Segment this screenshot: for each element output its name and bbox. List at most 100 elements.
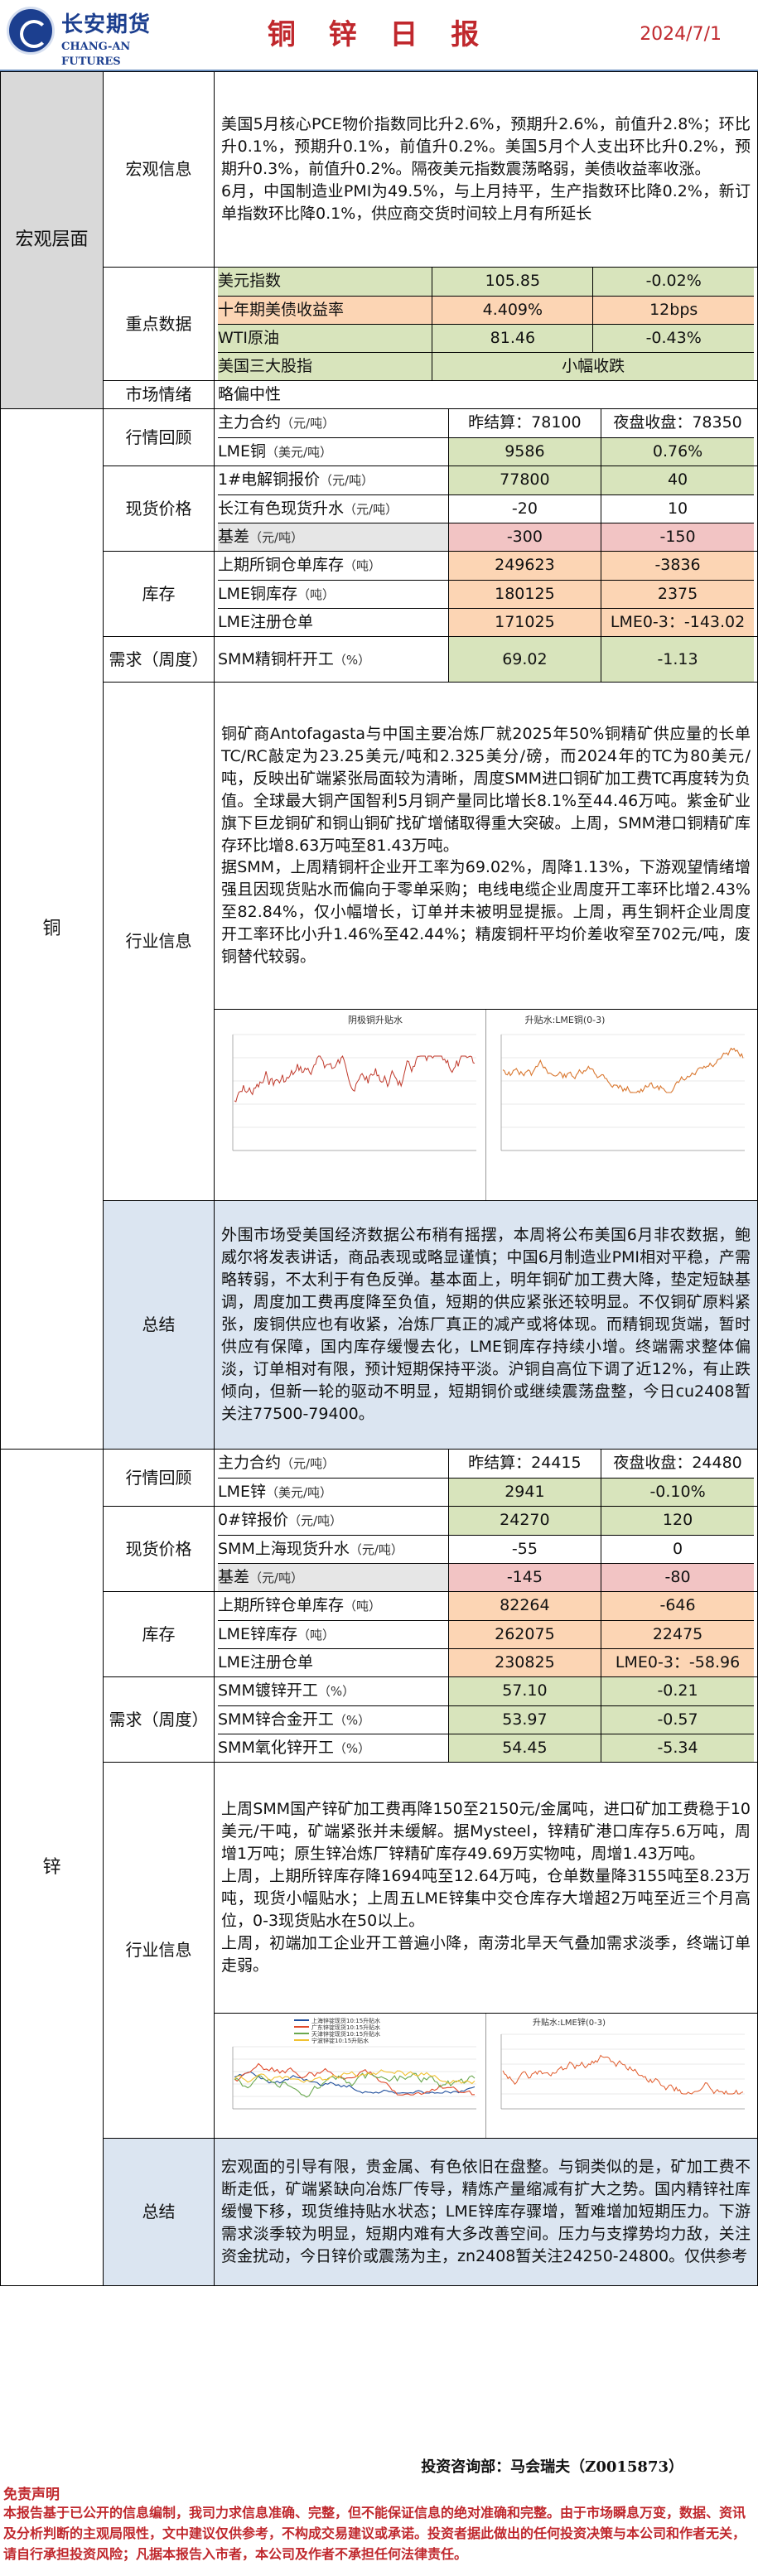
- zinc-summary-text: 宏观面的引导有限，贵金属、有色依旧在盘整。与铜类似的是，矿加工费不断走低，矿端紧…: [214, 2138, 758, 2286]
- zinc-charts-cell: 上海锌锭现货10:15升贴水 广东锌锭现货10:15升贴水 天津锌锭现货10:15升…: [214, 2013, 758, 2139]
- zinc-review-label: 行情回顾: [103, 1449, 215, 1507]
- row-col1: 82264: [447, 1592, 602, 1621]
- zinc-stock-label: 库存: [103, 1591, 215, 1677]
- legend-label: 天津锌锭现货10:15升贴水: [311, 2030, 380, 2038]
- copper-review-label: 行情回顾: [103, 408, 215, 466]
- row-name-text: 基差: [218, 527, 250, 546]
- row-col1: 9586: [447, 437, 602, 466]
- copper-industry-label: 行业信息: [103, 682, 215, 1201]
- row-col1: -55: [447, 1534, 602, 1564]
- row-col2: -0.10%: [601, 1477, 754, 1506]
- row-col1: 180125: [447, 579, 602, 609]
- zinc-stock-table: 上期所锌仓单库存（吨） 82264 -646 LME锌库存（吨） 262075 …: [218, 1592, 754, 1676]
- table-row: 主力合约（元/吨） 昨结算：78100 夜盘收盘：78350: [218, 409, 754, 438]
- industry-paragraph: 上周，初端加工企业开工普遍小降，南涝北旱天气叠加需求淡季，终端订单走弱。: [221, 1933, 751, 1975]
- row-name-text: SMM镀锌开工: [218, 1681, 318, 1700]
- table-row: 长江有色现货升水（元/吨） -20 10: [218, 494, 754, 523]
- industry-paragraph: 铜矿商Antofagasta与中国主要冶炼厂就2025年50%铜精矿供应量的长单…: [221, 724, 751, 855]
- table-row: LME注册仓单 230825 LME0-3：-58.96: [218, 1647, 754, 1676]
- table-row: LME锌（美元/吨） 2941 -0.10%: [218, 1477, 754, 1506]
- copper-review-table: 主力合约（元/吨） 昨结算：78100 夜盘收盘：78350 LME铜（美元/吨…: [218, 409, 754, 466]
- row-name: 1#电解铜报价（元/吨）: [218, 466, 449, 495]
- copper-demand-label: 需求（周度）: [103, 636, 215, 683]
- row-col2: 10: [601, 494, 754, 523]
- row-name: LME铜库存（吨）: [218, 579, 449, 609]
- zinc-basis-svg: 上海锌锭现货10:15升贴水广东锌锭现货10:15升贴水天津锌锭现货10:15升…: [232, 2017, 476, 2110]
- row-unit: （%）: [333, 1712, 371, 1728]
- zinc-demand-cell: SMM镀锌开工（%） 57.10 -0.21 SMM锌合金开工（%） 53.97…: [214, 1676, 758, 1763]
- table-row: 十年期美债收益率 4.409% 12bps: [218, 295, 754, 325]
- section-macro: 宏观层面: [0, 71, 104, 409]
- row-name-text: LME铜: [218, 441, 266, 461]
- row-unit: （美元/吨）: [265, 1484, 333, 1500]
- row-col2: 夜盘收盘：78350: [601, 409, 754, 438]
- focus-name: 美国三大股指: [218, 351, 433, 380]
- row-col1: 69.02: [447, 637, 602, 682]
- row-name: SMM镀锌开工（%）: [218, 1677, 449, 1706]
- chart-title: 阴极铜升贴水: [348, 1014, 403, 1025]
- macro-focus-label: 重点数据: [103, 267, 215, 381]
- disclaimer-title: 免责声明: [3, 2487, 60, 2503]
- zinc-spot-cell: 0#锌报价（元/吨） 24270 120 SMM上海现货升水（元/吨） -55 …: [214, 1506, 758, 1592]
- copper-stock-label: 库存: [103, 551, 215, 637]
- row-unit: （元/吨）: [281, 416, 336, 432]
- copper-review-cell: 主力合约（元/吨） 昨结算：78100 夜盘收盘：78350 LME铜（美元/吨…: [214, 408, 758, 466]
- row-col1: 昨结算：24415: [447, 1450, 602, 1479]
- chart-line: [502, 2054, 744, 2095]
- row-unit: （%）: [317, 1684, 355, 1700]
- row-name-text: SMM锌合金开工: [218, 1710, 334, 1729]
- zinc-lme-spread-svg: 升贴水:LME锌(0-3): [500, 2017, 745, 2110]
- macro-info-label: 宏观信息: [103, 71, 215, 268]
- row-unit: （元/吨）: [344, 501, 398, 517]
- row-col2: -5.34: [601, 1733, 754, 1762]
- row-unit: （元/吨）: [288, 1513, 343, 1529]
- table-row: 美国三大股指 小幅收跌: [218, 351, 754, 380]
- row-col2: -1.13: [601, 637, 754, 682]
- zinc-summary-label: 总结: [103, 2138, 215, 2286]
- row-name-text: SMM上海现货升水: [218, 1539, 350, 1558]
- row-unit: （元/吨）: [249, 1570, 304, 1585]
- copper-spot-label: 现货价格: [103, 466, 215, 552]
- sentiment-label: 市场情绪: [103, 380, 215, 409]
- row-col1: 54.45: [447, 1733, 602, 1762]
- zinc-basis-chart: 上海锌锭现货10:15升贴水 广东锌锭现货10:15升贴水 天津锌锭现货10:15升…: [218, 2014, 486, 2138]
- zinc-demand-table: SMM镀锌开工（%） 57.10 -0.21 SMM锌合金开工（%） 53.97…: [218, 1677, 754, 1762]
- row-col2: 0: [601, 1534, 754, 1564]
- table-row: LME锌库存（吨） 262075 22475: [218, 1619, 754, 1649]
- focus-name: 十年期美债收益率: [218, 295, 433, 325]
- zinc-demand-label: 需求（周度）: [103, 1676, 215, 1763]
- row-unit: （元/吨）: [349, 1541, 403, 1557]
- legend-label: 上海锌锭现货10:15升贴水: [311, 2017, 380, 2024]
- industry-paragraph: 上周，上期所锌库存降1694吨至12.64万吨，仓单数量降3155吨至8.23万…: [221, 1867, 751, 1930]
- report-footer: 投资咨询部：马会瑞夫（Z0015873） 免责声明 本报告基于已公开的信息编制，…: [0, 2450, 758, 2576]
- table-row: 0#锌报价（元/吨） 24270 120: [218, 1507, 754, 1536]
- row-col2: 夜盘收盘：24480: [601, 1450, 754, 1479]
- row-name-text: 0#锌报价: [218, 1511, 289, 1530]
- row-col2: -646: [601, 1592, 754, 1621]
- row-name: SMM锌合金开工（%）: [218, 1705, 449, 1734]
- focus-name: WTI原油: [218, 323, 433, 353]
- zinc-spot-table: 0#锌报价（元/吨） 24270 120 SMM上海现货升水（元/吨） -55 …: [218, 1507, 754, 1591]
- row-name-text: 基差: [218, 1567, 250, 1586]
- row-unit: （%）: [333, 1740, 371, 1756]
- row-name: 主力合约（元/吨）: [218, 1450, 449, 1479]
- row-name: LME锌（美元/吨）: [218, 1477, 449, 1506]
- focus-change: 12bps: [592, 295, 754, 325]
- table-row: 基差（元/吨） -145 -80: [218, 1562, 754, 1591]
- copper-summary-label: 总结: [103, 1200, 215, 1450]
- table-row: 基差（元/吨） -300 -150: [218, 522, 754, 551]
- copper-lme-spread-svg: 升贴水:LME铜(0-3): [500, 1014, 745, 1151]
- row-name: SMM上海现货升水（元/吨）: [218, 1534, 449, 1564]
- chart-title: 升贴水:LME锌(0-3): [533, 2017, 606, 2028]
- row-unit: （%）: [333, 652, 371, 668]
- row-col2: 0.76%: [601, 437, 754, 466]
- row-name-text: 长江有色现货升水: [218, 499, 345, 518]
- copper-basis-svg: 阴极铜升贴水: [232, 1014, 476, 1151]
- table-row: 美元指数 105.85 -0.02%: [218, 268, 754, 297]
- row-name: SMM精铜杆开工（%）: [218, 637, 449, 682]
- row-col2: -3836: [601, 552, 754, 581]
- row-col1: -20: [447, 494, 602, 523]
- row-col1: 171025: [447, 607, 602, 636]
- copper-demand-table: SMM精铜杆开工（%） 69.02 -1.13: [218, 637, 754, 682]
- zinc-lme-spread-chart: 升贴水:LME锌(0-3): [486, 2014, 754, 2138]
